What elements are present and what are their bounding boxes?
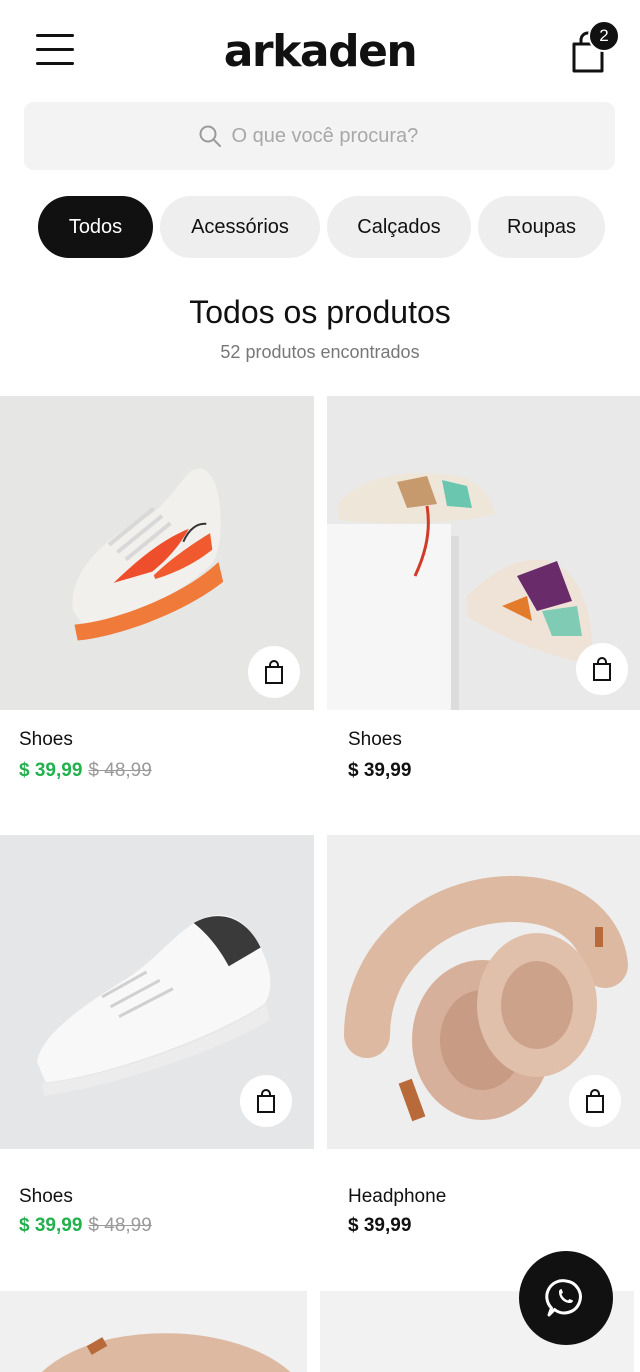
search-icon (199, 125, 221, 147)
add-to-bag-button[interactable] (576, 643, 628, 695)
product-name[interactable]: Headphone (348, 1186, 446, 1208)
product-price: $ 39,99 $ 48,99 (19, 1215, 152, 1237)
product-card-partial[interactable] (0, 1291, 314, 1372)
product-card[interactable]: Shoes $ 39,99 $ 48,99 (0, 835, 314, 1255)
product-image[interactable] (0, 1291, 307, 1372)
product-image[interactable] (0, 396, 314, 710)
whatsapp-button[interactable] (519, 1251, 613, 1345)
shopping-bag-icon (586, 1089, 604, 1113)
brand-logo[interactable]: arkaden (0, 26, 640, 77)
shopping-bag-icon (593, 657, 611, 681)
product-price: $ 39,99 (348, 760, 411, 782)
product-price: $ 39,99 $ 48,99 (19, 760, 152, 782)
product-price: $ 39,99 (348, 1215, 411, 1237)
add-to-bag-button[interactable] (240, 1075, 292, 1127)
category-chip-todos[interactable]: Todos (38, 196, 153, 258)
shopping-bag-icon (257, 1089, 275, 1113)
add-to-bag-button[interactable] (569, 1075, 621, 1127)
category-chip-calcados[interactable]: Calçados (327, 196, 471, 258)
product-name[interactable]: Shoes (19, 1186, 73, 1208)
results-count: 52 produtos encontrados (220, 342, 420, 362)
product-name[interactable]: Shoes (348, 729, 402, 751)
search-input[interactable] (231, 124, 442, 148)
current-price: $ 39,99 (348, 760, 412, 781)
current-price: $ 39,99 (348, 1215, 412, 1236)
search-bar[interactable] (24, 102, 615, 170)
original-price: $ 48,99 (88, 760, 152, 781)
product-card[interactable]: Shoes $ 39,99 $ 48,99 (0, 396, 314, 816)
product-card[interactable]: Shoes $ 39,99 (327, 396, 640, 816)
add-to-bag-button[interactable] (248, 646, 300, 698)
product-image[interactable] (0, 835, 314, 1149)
whatsapp-icon (545, 1279, 582, 1317)
product-image[interactable] (327, 835, 640, 1149)
app-header: arkaden 2 (0, 0, 640, 100)
cart-button[interactable]: 2 (566, 20, 622, 80)
product-image[interactable] (327, 396, 640, 710)
category-filter: Todos Acessórios Calçados Roupas (38, 196, 605, 258)
product-name[interactable]: Shoes (19, 729, 73, 751)
category-chip-acessorios[interactable]: Acessórios (160, 196, 320, 258)
sale-price: $ 39,99 (19, 1215, 83, 1236)
original-price: $ 48,99 (88, 1215, 152, 1236)
headphones-image (42, 1333, 290, 1372)
cart-count-badge: 2 (588, 20, 620, 52)
category-chip-roupas[interactable]: Roupas (478, 196, 605, 258)
product-card[interactable]: Headphone $ 39,99 (327, 835, 640, 1255)
shopping-bag-icon (265, 660, 283, 684)
sale-price: $ 39,99 (19, 760, 83, 781)
page-title: Todos os produtos (189, 294, 451, 330)
